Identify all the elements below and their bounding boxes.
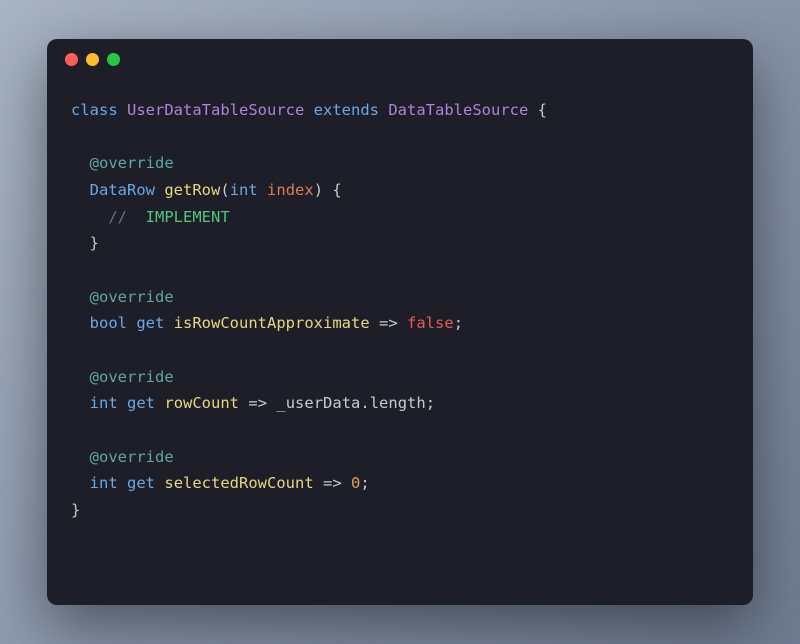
keyword-extends: extends (314, 101, 379, 119)
semicolon: ; (360, 474, 369, 492)
keyword-get: get (136, 314, 164, 332)
annotation-override: @override (90, 448, 174, 466)
method-name: getRow (164, 181, 220, 199)
brace-close: } (71, 501, 80, 519)
arrow: => (323, 474, 342, 492)
property-length: length (370, 394, 426, 412)
literal-false: false (407, 314, 454, 332)
keyword-class: class (71, 101, 118, 119)
param-type: int (230, 181, 258, 199)
field-ref: _userData (276, 394, 360, 412)
code-window: class UserDataTableSource extends DataTa… (47, 39, 753, 605)
paren-close: ) { (314, 181, 342, 199)
brace-open: { (528, 101, 547, 119)
param-name: index (267, 181, 314, 199)
comment-slashes: // (108, 208, 136, 226)
dot: . (360, 394, 369, 412)
annotation-override: @override (90, 288, 174, 306)
property-name: selectedRowCount (164, 474, 313, 492)
annotation-override: @override (90, 368, 174, 386)
type-int: int (90, 394, 118, 412)
type-int: int (90, 474, 118, 492)
class-name: UserDataTableSource (127, 101, 304, 119)
arrow: => (379, 314, 398, 332)
window-titlebar (47, 39, 753, 79)
brace-close: } (90, 234, 99, 252)
close-icon[interactable] (65, 53, 78, 66)
minimize-icon[interactable] (86, 53, 99, 66)
superclass-name: DataTableSource (388, 101, 528, 119)
literal-zero: 0 (351, 474, 360, 492)
property-name: isRowCountApproximate (174, 314, 370, 332)
return-type: DataRow (90, 181, 155, 199)
annotation-override: @override (90, 154, 174, 172)
comment-implement: IMPLEMENT (136, 208, 229, 226)
code-editor[interactable]: class UserDataTableSource extends DataTa… (47, 79, 753, 548)
semicolon: ; (454, 314, 463, 332)
property-name: rowCount (164, 394, 239, 412)
paren-open: ( (220, 181, 229, 199)
semicolon: ; (426, 394, 435, 412)
keyword-get: get (127, 474, 155, 492)
arrow: => (248, 394, 267, 412)
type-bool: bool (90, 314, 127, 332)
keyword-get: get (127, 394, 155, 412)
maximize-icon[interactable] (107, 53, 120, 66)
